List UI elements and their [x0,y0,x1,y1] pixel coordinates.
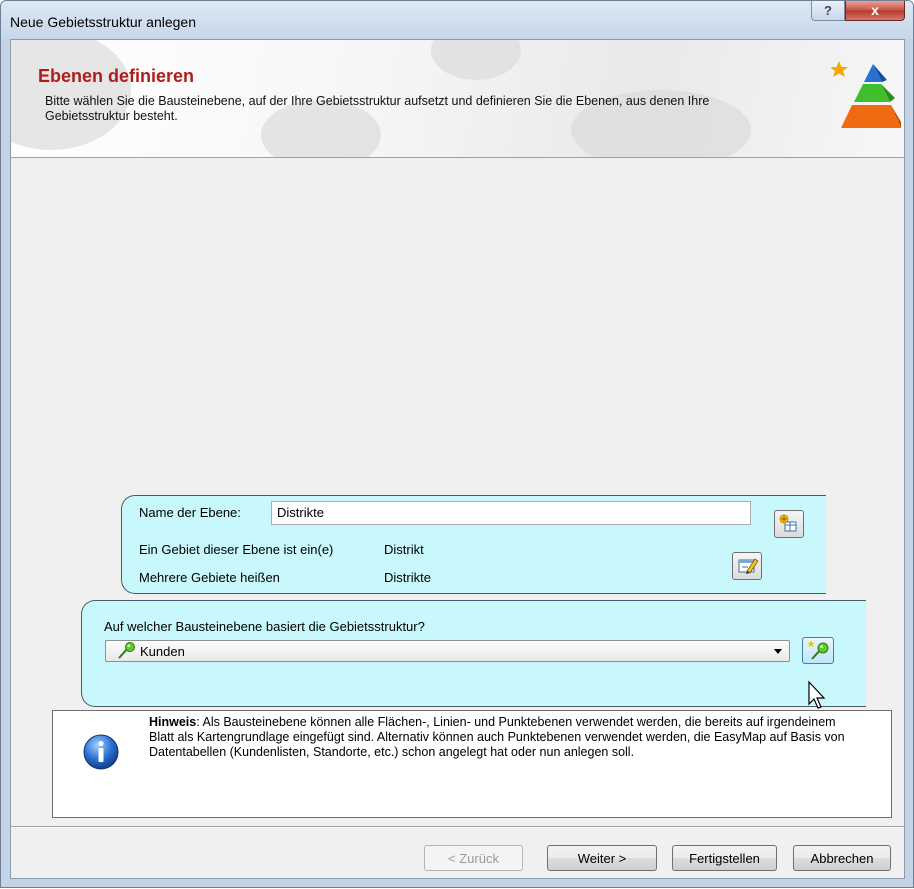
hint-label: Hinweis [149,715,197,729]
plural-value: Distrikte [384,570,431,585]
window-title: Neue Gebietsstruktur anlegen [10,14,196,30]
base-layer-select[interactable]: Kunden [105,640,790,662]
new-layer-icon [807,640,829,660]
hint-body: : Als Bausteinebene können alle Flächen-… [149,715,845,759]
footer-divider [11,826,904,828]
wizard-step-title: Ebenen definieren [38,66,195,86]
wizard-step-description: Bitte wählen Sie die Bausteinebene, auf … [45,94,710,123]
dialog-window: Neue Gebietsstruktur anlegen ? x Ebenen … [0,0,914,888]
add-level-button[interactable] [774,510,804,538]
edit-names-button[interactable] [732,552,762,580]
mouse-cursor-icon [808,680,826,709]
dialog-client-area: Ebenen definieren Bitte wählen Sie die B… [10,39,905,879]
base-layer-selected: Kunden [140,644,185,659]
hint-text: Hinweis: Als Bausteinebene können alle F… [149,715,849,760]
info-icon [83,734,119,770]
base-layer-question: Auf welcher Bausteinebene basiert die Ge… [104,619,425,634]
pin-layer-icon [118,642,135,659]
pyramid-logo-icon [831,61,901,128]
singular-label: Ein Gebiet dieser Ebene ist ein(e) [139,542,334,557]
hint-box: Hinweis: Als Bausteinebene können alle F… [52,710,892,818]
title-bar[interactable]: Neue Gebietsstruktur anlegen ? x [1,1,913,39]
back-button[interactable]: < Zurück [424,845,523,871]
close-button[interactable]: x [845,1,905,21]
singular-value: Distrikt [384,542,424,557]
cancel-button[interactable]: Abbrechen [793,845,891,871]
edit-names-icon [738,558,759,574]
chevron-down-icon[interactable] [774,649,782,654]
next-button[interactable]: Weiter > [547,845,657,871]
add-level-icon [779,514,797,532]
finish-button[interactable]: Fertigstellen [672,845,777,871]
help-button[interactable]: ? [811,1,845,21]
plural-label: Mehrere Gebiete heißen [139,570,280,585]
level-name-input[interactable]: Distrikte [271,501,751,525]
new-layer-button[interactable] [802,637,834,664]
map-decoration [431,40,521,80]
wizard-header: Ebenen definieren Bitte wählen Sie die B… [11,40,904,158]
level-name-label: Name der Ebene: [139,505,241,520]
